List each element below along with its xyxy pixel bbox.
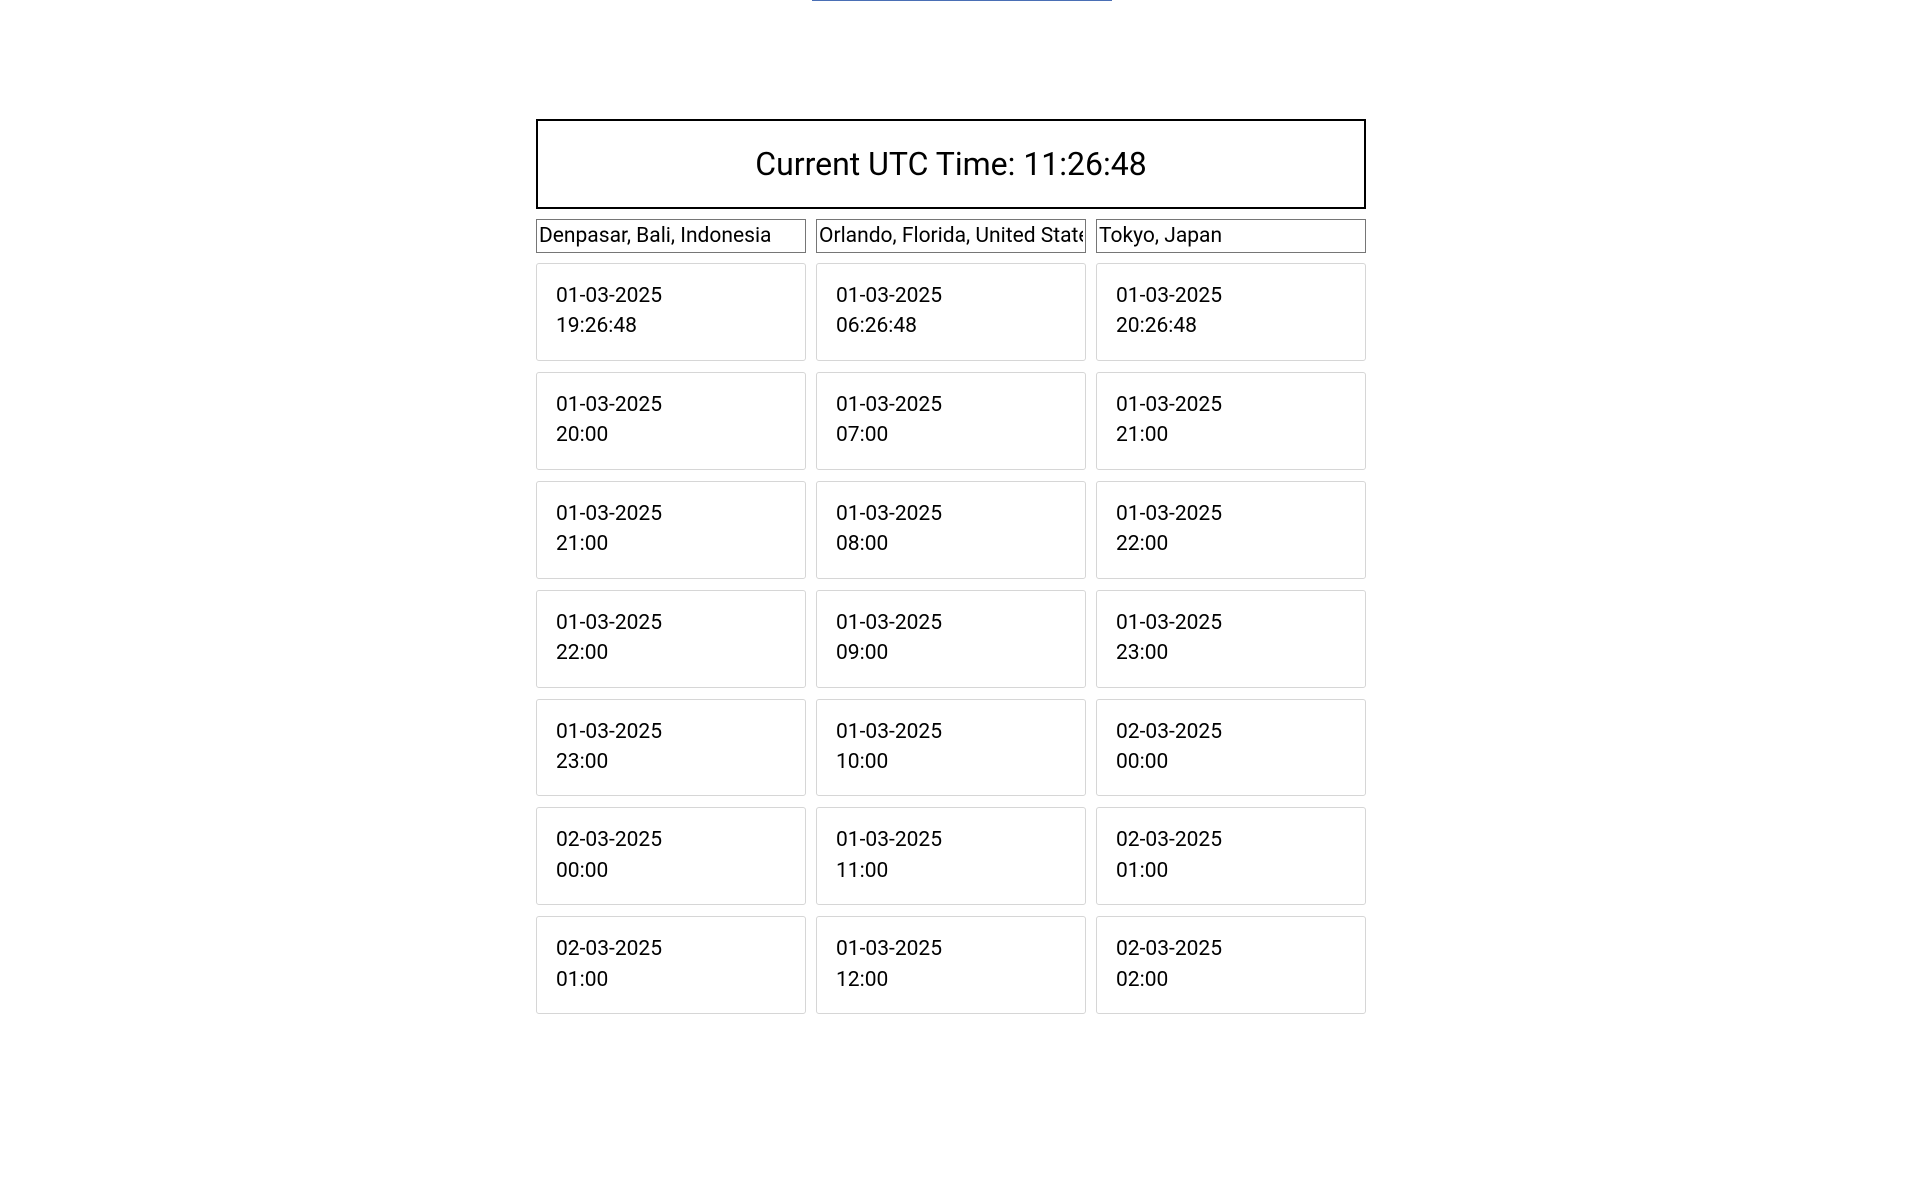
time-cell: 01-03-2025 21:00	[536, 481, 806, 579]
time-cell-time: 01:00	[1116, 856, 1346, 886]
time-cell: 01-03-2025 10:00	[816, 699, 1086, 797]
time-cell-time: 12:00	[836, 965, 1066, 995]
top-loading-indicator	[812, 0, 1112, 1]
time-cell-time: 10:00	[836, 747, 1066, 777]
time-cell-date: 01-03-2025	[836, 717, 1066, 747]
time-cell: 01-03-2025 23:00	[536, 699, 806, 797]
time-cell-time: 00:00	[556, 856, 786, 886]
time-cell-time: 00:00	[1116, 747, 1346, 777]
time-cell: 02-03-2025 01:00	[1096, 807, 1366, 905]
time-cell-date: 01-03-2025	[836, 499, 1066, 529]
time-cell: 01-03-2025 21:00	[1096, 372, 1366, 470]
main-container: Current UTC Time: 11:26:48 01-03-2025 19…	[536, 119, 1366, 1025]
time-cell-time: 21:00	[1116, 420, 1346, 450]
time-cell: 02-03-2025 02:00	[1096, 916, 1366, 1014]
time-cell-time: 07:00	[836, 420, 1066, 450]
timezone-input-0[interactable]	[536, 219, 806, 253]
time-cell-date: 01-03-2025	[836, 281, 1066, 311]
time-cell: 01-03-2025 12:00	[816, 916, 1086, 1014]
time-cell-date: 01-03-2025	[556, 499, 786, 529]
time-cell-time: 02:00	[1116, 965, 1346, 995]
time-cell-date: 02-03-2025	[556, 934, 786, 964]
time-cell-date: 01-03-2025	[1116, 499, 1346, 529]
time-cell-date: 01-03-2025	[836, 825, 1066, 855]
timezone-input-1[interactable]	[816, 219, 1086, 253]
time-cell: 01-03-2025 20:00	[536, 372, 806, 470]
time-cell-time: 01:00	[556, 965, 786, 995]
time-cell-time: 06:26:48	[836, 311, 1066, 341]
time-cell-time: 08:00	[836, 529, 1066, 559]
time-cell-date: 02-03-2025	[1116, 825, 1346, 855]
time-cell-date: 02-03-2025	[1116, 717, 1346, 747]
time-cell-date: 02-03-2025	[556, 825, 786, 855]
time-cell-date: 01-03-2025	[836, 390, 1066, 420]
time-cell-date: 02-03-2025	[1116, 934, 1346, 964]
time-cell: 01-03-2025 19:26:48	[536, 263, 806, 361]
timezone-column-2: 01-03-2025 20:26:48 01-03-2025 21:00 01-…	[1096, 219, 1366, 1025]
time-cell-date: 01-03-2025	[556, 390, 786, 420]
utc-time-header: Current UTC Time: 11:26:48	[536, 119, 1366, 209]
time-cell: 01-03-2025 11:00	[816, 807, 1086, 905]
time-cell: 01-03-2025 23:00	[1096, 590, 1366, 688]
time-cell: 02-03-2025 00:00	[536, 807, 806, 905]
time-cell-date: 01-03-2025	[556, 717, 786, 747]
time-cell-date: 01-03-2025	[836, 934, 1066, 964]
timezone-columns: 01-03-2025 19:26:48 01-03-2025 20:00 01-…	[536, 219, 1366, 1025]
time-cell-time: 21:00	[556, 529, 786, 559]
time-cell: 01-03-2025 06:26:48	[816, 263, 1086, 361]
utc-time-value: 11:26:48	[1023, 145, 1146, 183]
time-cell-time: 22:00	[556, 638, 786, 668]
time-cell-date: 01-03-2025	[836, 608, 1066, 638]
time-cell-date: 01-03-2025	[1116, 281, 1346, 311]
time-cell: 02-03-2025 01:00	[536, 916, 806, 1014]
time-cell: 01-03-2025 22:00	[536, 590, 806, 688]
time-cell-time: 23:00	[1116, 638, 1346, 668]
utc-time-prefix: Current UTC Time:	[755, 145, 1023, 183]
time-cell-time: 19:26:48	[556, 311, 786, 341]
timezone-input-2[interactable]	[1096, 219, 1366, 253]
timezone-column-0: 01-03-2025 19:26:48 01-03-2025 20:00 01-…	[536, 219, 806, 1025]
time-cell-time: 23:00	[556, 747, 786, 777]
time-cell-time: 20:26:48	[1116, 311, 1346, 341]
time-cell-date: 01-03-2025	[556, 281, 786, 311]
time-cell-time: 11:00	[836, 856, 1066, 886]
timezone-column-1: 01-03-2025 06:26:48 01-03-2025 07:00 01-…	[816, 219, 1086, 1025]
time-cell: 01-03-2025 20:26:48	[1096, 263, 1366, 361]
time-cell-date: 01-03-2025	[1116, 390, 1346, 420]
time-cell-time: 09:00	[836, 638, 1066, 668]
time-cell-date: 01-03-2025	[1116, 608, 1346, 638]
time-cell-time: 22:00	[1116, 529, 1346, 559]
time-cell: 01-03-2025 08:00	[816, 481, 1086, 579]
time-cell: 02-03-2025 00:00	[1096, 699, 1366, 797]
time-cell: 01-03-2025 09:00	[816, 590, 1086, 688]
time-cell: 01-03-2025 07:00	[816, 372, 1086, 470]
time-cell: 01-03-2025 22:00	[1096, 481, 1366, 579]
time-cell-date: 01-03-2025	[556, 608, 786, 638]
time-cell-time: 20:00	[556, 420, 786, 450]
